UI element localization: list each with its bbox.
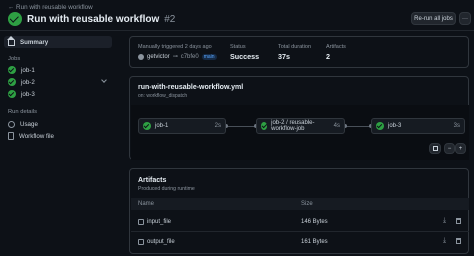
artifacts-count-label: Artifacts: [326, 44, 346, 50]
success-check-icon: [8, 78, 16, 86]
node-label: job-1: [155, 123, 169, 129]
page-title-row: Run with reusable workflow #2: [8, 12, 175, 26]
sidebar-item-job-2[interactable]: job-2: [4, 76, 112, 88]
success-check-icon: [143, 122, 151, 130]
sidebar-item-workflow-file[interactable]: Workflow file: [4, 130, 112, 142]
node-duration: 2s: [214, 123, 221, 129]
zoom-in-button[interactable]: +: [455, 143, 466, 154]
artifact-size: 146 Bytes: [301, 219, 328, 225]
jobs-heading: Jobs: [8, 56, 21, 62]
fullscreen-button[interactable]: [429, 143, 441, 154]
success-check-icon: [8, 12, 22, 26]
trigger-info: getvictor ⊸ c7bfe0 main: [138, 53, 217, 60]
sidebar-item-label: job-3: [21, 90, 35, 98]
success-check-icon: [8, 90, 16, 98]
package-icon: [138, 239, 144, 245]
commit-sha[interactable]: c7bfe0: [181, 54, 199, 60]
sidebar-item-label: Summary: [20, 38, 49, 46]
actor-name[interactable]: getvictor: [147, 54, 170, 60]
run-number: #2: [164, 13, 176, 25]
workflow-file-name[interactable]: run-with-reusable-workflow.yml: [138, 84, 243, 91]
graph-node-job-1[interactable]: job-1 2s: [138, 118, 226, 134]
artifacts-count-value: 2: [326, 52, 330, 61]
sidebar-item-label: Workflow file: [19, 132, 54, 140]
delete-icon[interactable]: [456, 238, 461, 244]
download-icon[interactable]: ⤓: [443, 217, 446, 225]
delete-icon[interactable]: [456, 218, 461, 224]
column-header-name: Name: [138, 201, 155, 207]
artifacts-title: Artifacts: [138, 177, 167, 184]
connector-line: [345, 126, 371, 127]
sidebar-item-summary[interactable]: Summary: [4, 36, 112, 48]
zoom-out-button[interactable]: −: [444, 143, 455, 154]
graph-node-job-2[interactable]: job-2 / reusable-workflow-job 4s: [256, 118, 345, 134]
artifacts-subtitle: Produced during runtime: [138, 186, 195, 192]
page-title: Run with reusable workflow: [27, 13, 160, 25]
table-row: input_file 146 Bytes ⤓: [131, 214, 469, 232]
artifact-name[interactable]: input_file: [147, 219, 171, 225]
sidebar-item-job-1[interactable]: job-1: [4, 64, 112, 76]
back-link[interactable]: ← Run with reusable workflow: [8, 4, 93, 11]
sidebar-item-label: job-2: [21, 78, 35, 86]
status-value: Success: [230, 52, 260, 61]
success-check-icon: [8, 66, 16, 74]
sidebar-item-usage[interactable]: Usage: [4, 118, 112, 130]
header-divider: [0, 30, 474, 31]
artifact-name[interactable]: output_file: [147, 239, 175, 245]
chevron-down-icon[interactable]: [101, 77, 107, 83]
duration-label: Total duration: [278, 44, 312, 50]
rerun-all-jobs-button[interactable]: Re-run all jobs: [411, 12, 456, 25]
status-label: Status: [230, 44, 246, 50]
expand-icon: [432, 146, 438, 151]
trigger-label: Manually triggered 2 days ago: [138, 44, 212, 50]
success-check-icon: [261, 122, 268, 130]
node-label: job-3: [388, 123, 402, 129]
graph-area: job-1 2s job-2 / reusable-workflow-job 4…: [131, 105, 469, 160]
artifact-size: 161 Bytes: [301, 239, 328, 245]
clock-icon: [8, 120, 15, 128]
graph-node-job-3[interactable]: job-3 3s: [371, 118, 465, 134]
package-icon: [138, 219, 144, 225]
sidebar-item-label: Usage: [20, 120, 38, 128]
workflow-trigger: on: workflow_dispatch: [138, 93, 188, 99]
commit-icon: ⊸: [172, 54, 178, 60]
sidebar-item-label: job-1: [21, 66, 35, 74]
avatar: [138, 53, 144, 60]
node-duration: 4s: [333, 123, 340, 129]
artifacts-card: Artifacts Produced during runtime Name S…: [129, 168, 469, 254]
home-icon: [7, 36, 15, 46]
download-icon[interactable]: ⤓: [443, 237, 446, 245]
table-row: output_file 161 Bytes ⤓: [131, 234, 469, 252]
more-options-button[interactable]: ···: [459, 12, 471, 25]
node-duration: 3s: [453, 123, 460, 129]
connector-line: [226, 126, 256, 127]
workflow-graph-card: run-with-reusable-workflow.yml on: workf…: [129, 76, 469, 160]
run-details-heading: Run details: [8, 109, 38, 115]
column-header-size: Size: [301, 201, 313, 207]
table-header: Name Size: [131, 198, 469, 210]
run-summary-card: Manually triggered 2 days ago getvictor …: [129, 36, 469, 68]
node-label: job-2 / reusable-workflow-job: [271, 120, 315, 132]
branch-badge[interactable]: main: [201, 53, 217, 60]
sidebar-item-job-3[interactable]: job-3: [4, 88, 112, 100]
success-check-icon: [376, 122, 384, 130]
duration-value: 37s: [278, 52, 290, 61]
file-icon: [8, 132, 14, 140]
